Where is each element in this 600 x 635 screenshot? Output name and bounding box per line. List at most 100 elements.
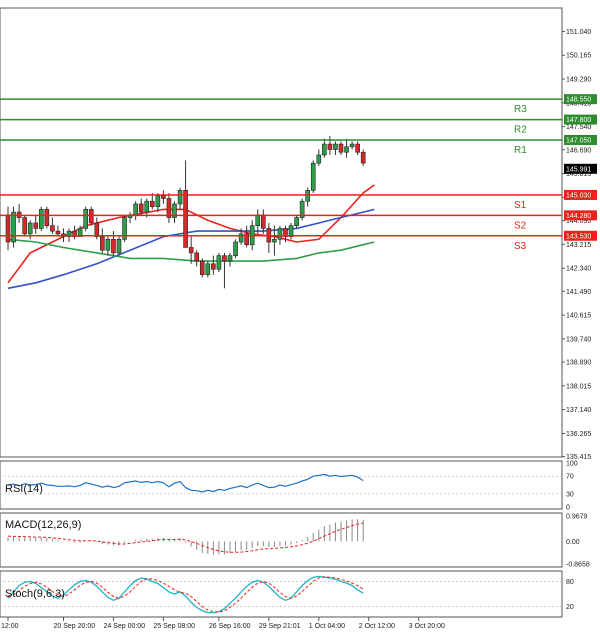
- bearish-candle: [50, 225, 55, 232]
- bullish-candle: [227, 255, 233, 262]
- level-name-s2: S2: [514, 220, 527, 231]
- bullish-candle: [288, 225, 294, 237]
- time-tick-label: 1 Oct 04:00: [309, 623, 345, 630]
- bearish-candle: [360, 151, 366, 164]
- bullish-candle: [133, 203, 138, 216]
- bullish-candle: [144, 200, 150, 213]
- level-name-r3: R3: [514, 104, 527, 115]
- bullish-candle: [105, 239, 111, 251]
- price-tick-label: 147.540: [566, 124, 591, 131]
- bullish-candle: [116, 239, 122, 254]
- bullish-candle: [277, 228, 283, 240]
- price-tick-label: 141.490: [566, 289, 591, 296]
- time-tick-label: 2 Oct 12:00: [359, 623, 395, 630]
- bearish-candle: [188, 247, 194, 254]
- macd-panel: 0.9679 0.00 -0.8658 MACD(12,26,9): [0, 512, 590, 569]
- macd-tick-label: 0.00: [566, 539, 580, 546]
- price-axis: 151.040150.165149.290148.415147.540146.6…: [562, 29, 591, 461]
- bearish-candle: [88, 209, 94, 224]
- bullish-candle: [11, 211, 16, 243]
- bearish-candle: [100, 236, 105, 251]
- stoch-tick-label: 20: [566, 604, 574, 611]
- bearish-candle: [327, 143, 333, 150]
- bearish-candle: [161, 195, 166, 199]
- bearish-candle: [55, 230, 61, 235]
- bearish-candle: [33, 222, 39, 229]
- bullish-candle: [272, 239, 277, 243]
- level-name-r1: R1: [514, 145, 527, 156]
- bearish-candle: [94, 222, 100, 237]
- price-tick-label: 151.040: [566, 29, 591, 36]
- bearish-candle: [199, 260, 205, 275]
- time-tick-label: 3 Oct 20:00: [409, 623, 445, 630]
- bearish-candle: [211, 263, 216, 270]
- rsi-tick-label: 0: [566, 505, 570, 512]
- stoch-panel: 80 20 Stoch(9,6,3): [0, 570, 574, 618]
- level-name-s1: S1: [514, 200, 527, 211]
- price-tick-label: 136.265: [566, 431, 591, 438]
- bearish-candle: [5, 214, 11, 243]
- bullish-candle: [233, 241, 238, 256]
- price-tick-label: 138.015: [566, 383, 591, 390]
- stoch-title: Stoch(9,6,3): [5, 588, 65, 600]
- bullish-candle: [205, 263, 211, 275]
- current-price-label: 145.991: [566, 166, 591, 173]
- bullish-candle: [310, 162, 316, 191]
- bearish-candle: [222, 255, 227, 262]
- macd-tick-label: -0.8658: [566, 562, 590, 569]
- level-price-label: 147.050: [566, 137, 591, 144]
- stoch-panel-frame: [0, 570, 563, 618]
- level-name-s3: S3: [514, 241, 527, 252]
- price-tick-label: 137.140: [566, 407, 591, 414]
- price-tick-label: 143.215: [566, 242, 591, 249]
- bullish-candle: [83, 209, 88, 229]
- level-price-label: 148.550: [566, 97, 591, 104]
- time-tick-label: 29 Sep 21:01: [259, 623, 301, 630]
- price-tick-label: 146.690: [566, 147, 591, 154]
- bullish-candle: [216, 255, 222, 270]
- level-price-label: 145.030: [566, 192, 591, 199]
- time-tick-label: 12:00: [1, 623, 19, 630]
- price-tick-label: 142.340: [566, 266, 591, 273]
- bearish-candle: [138, 203, 144, 213]
- macd-tick-label: 0.9679: [566, 514, 588, 521]
- time-tick-label: 25 Sep 08:00: [153, 623, 195, 630]
- stoch-tick-label: 80: [566, 579, 574, 586]
- bullish-candle: [322, 143, 327, 156]
- rsi-title: RSI(14): [5, 483, 43, 495]
- price-tick-label: 140.615: [566, 313, 591, 320]
- level-name-r2: R2: [514, 125, 527, 136]
- bearish-candle: [194, 252, 199, 262]
- price-tick-label: 150.165: [566, 53, 591, 60]
- rsi-panel: 100 70 30 0 RSI(14): [0, 460, 578, 512]
- level-price-label: 144.280: [566, 213, 591, 220]
- bearish-candle: [22, 217, 27, 235]
- time-axis: 12:00 20 Sep 20:00 24 Sep 00:00 25 Sep 08:0…: [1, 617, 445, 630]
- bullish-candle: [294, 217, 299, 226]
- bullish-candle: [27, 222, 33, 235]
- bullish-candle: [155, 195, 161, 207]
- bullish-candle: [305, 190, 311, 202]
- macd-axis: 0.9679 0.00 -0.8658: [566, 514, 590, 569]
- price-tick-label: 149.290: [566, 77, 591, 84]
- bearish-candle: [355, 143, 360, 153]
- rsi-tick-label: 100: [566, 461, 578, 468]
- bullish-candle: [349, 143, 355, 148]
- bullish-candle: [333, 143, 338, 150]
- bearish-candle: [338, 143, 344, 153]
- level-price-label: 143.530: [566, 233, 591, 240]
- time-tick-label: 26 Sep 16:00: [209, 623, 251, 630]
- rsi-tick-label: 70: [566, 474, 574, 481]
- level-price-label: 147.800: [566, 117, 591, 124]
- bullish-candle: [38, 209, 44, 229]
- current-price-marker: 145.991: [564, 163, 597, 174]
- forex-chart: 151.040150.165149.290148.415147.540146.6…: [0, 7, 597, 630]
- time-tick-label: 24 Sep 00:00: [103, 623, 145, 630]
- price-panel: 151.040150.165149.290148.415147.540146.6…: [0, 7, 597, 461]
- macd-title: MACD(12,26,9): [5, 519, 81, 531]
- rsi-tick-label: 30: [566, 491, 574, 498]
- bullish-candle: [177, 190, 183, 205]
- bearish-candle: [44, 209, 50, 226]
- macd-panel-frame: [0, 512, 563, 568]
- time-tick-label: 20 Sep 20:00: [54, 623, 96, 630]
